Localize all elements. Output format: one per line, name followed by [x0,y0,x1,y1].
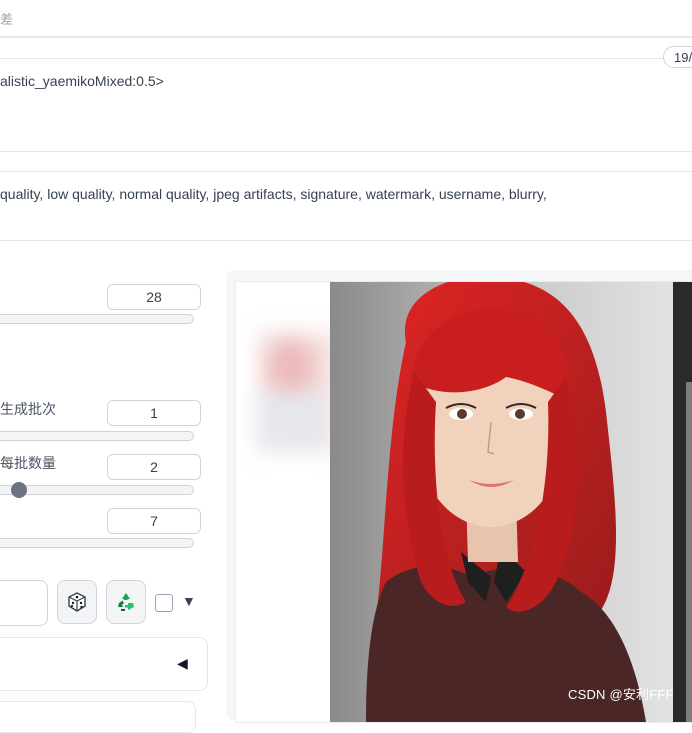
steps-number-input[interactable]: 28 [107,284,201,310]
batch-size-slider-thumb[interactable] [11,482,27,498]
extra-seed-checkbox[interactable] [155,594,173,612]
seed-input[interactable] [0,580,48,626]
token-counter: 19/ [663,46,692,68]
thumbnail-blurred[interactable] [256,332,338,452]
dice-icon [68,592,86,612]
gallery-svg [256,276,692,722]
extra-options-arrow-icon[interactable]: ▼ [182,593,196,609]
collapse-arrow-icon[interactable]: ◀ [177,655,188,672]
recycle-icon [118,593,134,611]
header-fragment: 差 [0,12,14,27]
generated-image[interactable] [330,276,692,722]
gallery-frame [235,276,692,723]
batch-count-number-input[interactable]: 1 [107,400,201,426]
bottom-panel [0,701,196,733]
batch-size-label: 每批数量 [0,455,56,471]
cfg-scale-slider[interactable] [0,538,194,548]
negative-prompt-text: quality, low quality, normal quality, jp… [0,186,547,202]
batch-size-slider[interactable] [0,485,194,495]
batch-count-slider[interactable] [0,431,194,441]
steps-slider[interactable] [0,314,194,324]
prompt-text: alistic_yaemikoMixed:0.5> [0,73,164,89]
batch-count-label: 生成批次 [0,401,56,417]
prompt-textarea[interactable]: alistic_yaemikoMixed:0.5> [0,58,692,152]
random-seed-button[interactable] [57,580,97,624]
negative-prompt-textarea[interactable]: quality, low quality, normal quality, jp… [0,171,692,241]
watermark: CSDN @安利FFF [568,687,674,702]
top-toolbar: 差 [0,0,692,38]
cfg-scale-number-input[interactable]: 7 [107,508,201,534]
batch-size-number-input[interactable]: 2 [107,454,201,480]
reuse-seed-button[interactable] [106,580,146,624]
